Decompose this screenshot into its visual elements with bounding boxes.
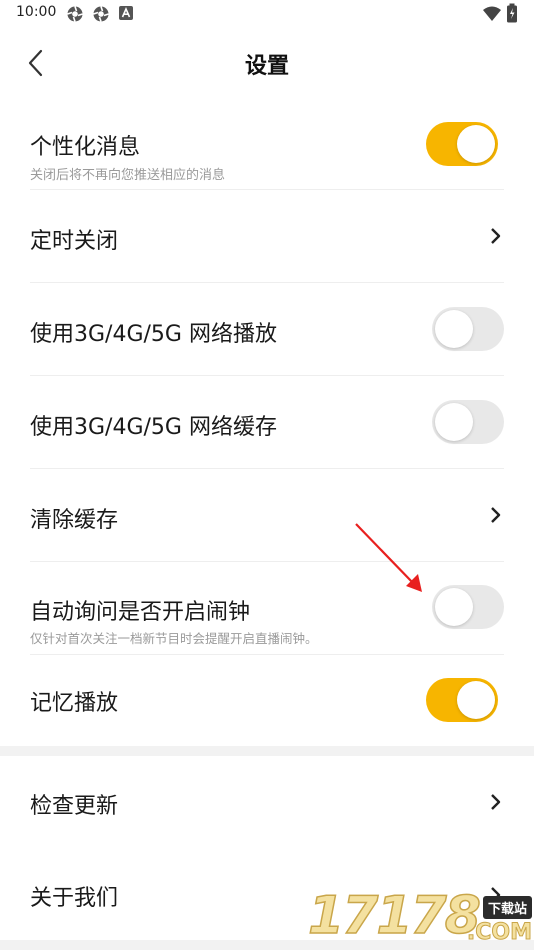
chevron-right-icon [491,507,501,523]
setting-title: 清除缓存 [30,508,119,533]
personalized-messages-toggle[interactable] [426,122,498,166]
memory-playback-toggle[interactable] [426,678,498,722]
wifi-icon [482,5,502,27]
setting-title: 检查更新 [30,794,119,819]
watermark-digits: 17178 [307,885,481,947]
status-time: 10:00 [16,4,57,20]
setting-title: 使用3G/4G/5G 网络缓存 [30,415,277,440]
chevron-right-icon [491,228,501,244]
page-title: 设置 [244,54,289,79]
toggle-knob [435,310,473,348]
setting-title: 关于我们 [30,886,119,911]
setting-subtitle: 仅针对首次关注一档新节目时会提醒开启直播闹钟。 [30,631,318,646]
setting-title: 使用3G/4G/5G 网络播放 [30,322,277,347]
setting-row-memory-playback: 记忆播放 [0,655,534,746]
setting-row-auto-alarm: 自动询问是否开启闹钟 仅针对首次关注一档新节目时会提醒开启直播闹钟。 [0,562,534,655]
setting-title: 定时关闭 [30,229,119,254]
battery-icon [506,3,518,27]
setting-row-mobile-cache: 使用3G/4G/5G 网络缓存 [0,376,534,469]
setting-subtitle: 关闭后将不再向您推送相应的消息 [30,168,226,183]
toggle-knob [435,588,473,626]
site-watermark: 17178 下载站 .COM [307,885,534,950]
app-notification-icon [118,5,134,25]
watermark-badge: 下载站 [482,896,532,919]
notification-icon [66,5,84,27]
setting-row-check-updates[interactable]: 检查更新 [0,756,534,848]
toggle-knob [457,125,495,163]
chevron-right-icon [491,794,501,810]
mobile-cache-toggle[interactable] [432,400,504,444]
notification-icon [92,5,110,27]
auto-alarm-toggle[interactable] [432,585,504,629]
nav-bar: 设置 [0,32,534,94]
annotation-arrow [355,523,422,592]
setting-row-timed-close[interactable]: 定时关闭 [0,190,534,283]
setting-title: 个性化消息 [30,135,141,160]
setting-row-mobile-playback: 使用3G/4G/5G 网络播放 [0,283,534,376]
setting-row-personalized-messages: 个性化消息 关闭后将不再向您推送相应的消息 [0,97,534,190]
watermark-suffix: .COM [466,920,532,946]
section-separator [0,746,534,756]
toggle-knob [457,681,495,719]
status-bar: 10:00 [0,0,534,30]
toggle-knob [435,403,473,441]
setting-title: 自动询问是否开启闹钟 [30,600,251,625]
mobile-playback-toggle[interactable] [432,307,504,351]
setting-row-clear-cache[interactable]: 清除缓存 [0,469,534,562]
setting-title: 记忆播放 [30,691,119,716]
